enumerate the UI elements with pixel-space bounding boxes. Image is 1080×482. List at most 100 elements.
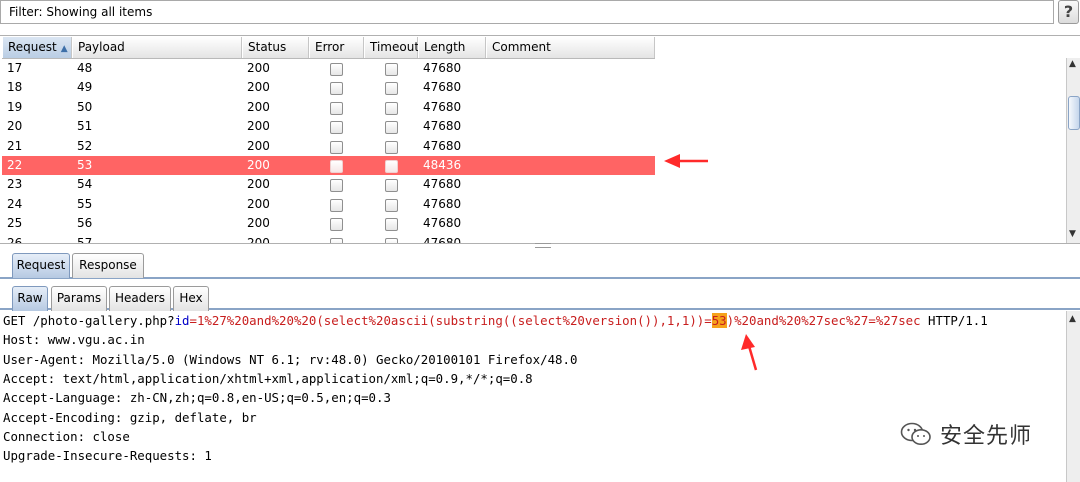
cell-status: 200 [247,177,270,192]
table-row[interactable]: 25 56 200 47680 [2,214,655,233]
cell-timeout [364,156,418,175]
cell-request: 26 [7,235,23,244]
column-header-comment[interactable]: Comment [486,37,655,58]
cell-request: 23 [7,177,23,192]
table-row[interactable]: 21 52 200 47680 [2,137,655,156]
cell-payload: 55 [77,196,93,211]
cell-payload: 52 [77,138,93,153]
column-header-length[interactable]: Length [418,37,486,58]
error-checkbox [330,101,343,115]
timeout-checkbox [384,140,398,154]
raw-request-editor[interactable]: GET /photo-gallery.php?id=1%27%20and%20%… [0,311,1066,482]
timeout-checkbox [384,82,398,96]
cell-length: 47680 [423,216,462,231]
cell-comment [486,59,655,78]
table-row[interactable]: 24 55 200 47680 [2,195,655,214]
cell-error [309,98,364,117]
column-header-timeout[interactable]: Timeout [364,37,419,58]
timeout-checkbox [384,101,398,115]
cell-payload: 51 [77,119,93,134]
cell-timeout [364,98,418,117]
tab-raw[interactable]: Raw [12,286,48,311]
cell-status: 200 [247,138,270,153]
filter-bar[interactable]: Filter: Showing all items [0,0,1054,24]
table-row[interactable]: 20 51 200 47680 [2,117,655,136]
cell-status: 200 [247,216,270,231]
tab-headers[interactable]: Headers [109,286,171,311]
header-line: Accept-Language: zh-CN,zh;q=0.8,en-US;q=… [3,390,391,406]
cell-status: 200 [247,80,270,95]
param-name: id [174,313,190,328]
scrollbar-thumb[interactable] [1068,96,1080,130]
cell-payload: 53 [77,157,93,172]
error-checkbox [330,198,343,212]
column-header-payload[interactable]: Payload [72,37,242,58]
sort-ascending-icon: ▲ [60,44,68,54]
timeout-checkbox [384,237,398,243]
header-line: Upgrade-Insecure-Requests: 1 [3,448,212,464]
table-row[interactable]: 18 49 200 47680 [2,78,655,97]
cell-length: 47680 [423,61,462,75]
payload-highlight: 53 [711,313,727,328]
cell-comment [486,175,655,194]
watermark-text: 安全先师 [940,424,1033,449]
error-checkbox [330,218,343,232]
table-row[interactable]: 19 50 200 47680 [2,98,655,117]
scroll-up-icon[interactable]: ▲ [1069,59,1076,69]
header-line: Connection: close [3,428,130,444]
cell-length: 48436 [423,157,462,172]
cell-status: 200 [247,157,270,172]
tab-response[interactable]: Response [72,253,144,278]
param-value: 1%27%20and%20%20(select%20ascii(substrin… [196,313,712,328]
cell-error [309,78,364,97]
cell-length: 47680 [423,119,462,134]
message-tabs: Request Response [0,249,1080,279]
cell-error [309,117,364,136]
cell-request: 20 [7,119,23,134]
table-row[interactable]: 17 48 200 47680 [2,59,655,78]
splitter-grip[interactable] [535,243,551,248]
table-row[interactable]: 22 53 200 48436 [2,155,655,176]
editor-scrollbar[interactable]: ▲ [1066,311,1080,482]
table-body: 17 48 200 47680 18 49 200 47680 19 50 200 47680 20 51… [2,59,655,244]
header-line: Accept-Encoding: gzip, deflate, br [3,409,257,425]
table-scrollbar[interactable]: ▲ ▼ [1066,58,1080,243]
cell-comment [486,78,655,97]
tab-params[interactable]: Params [51,286,107,311]
cell-request: 22 [7,157,23,172]
results-table: Request ▲ Payload Status Error Timeout Le… [0,35,1080,244]
cell-status: 200 [247,196,270,211]
cell-timeout [364,117,418,136]
cell-comment [486,117,655,136]
column-header-error[interactable]: Error [309,37,364,58]
header-line: Host: www.vgu.ac.in [3,332,145,348]
watermark: 安全先师 [900,418,1032,450]
cell-error [309,137,364,156]
scroll-down-icon[interactable]: ▼ [1069,229,1076,239]
column-header-request[interactable]: Request ▲ [2,37,72,58]
tab-request[interactable]: Request [12,253,70,278]
error-checkbox [330,82,343,96]
table-header: Request ▲ Payload Status Error Timeout Le… [2,37,655,59]
cell-timeout [364,175,418,194]
table-row[interactable]: 26 57 200 47680 [2,234,655,244]
scroll-up-icon[interactable]: ▲ [1069,314,1076,324]
filter-label: Filter: Showing all items [9,5,153,19]
cell-comment [486,195,655,214]
timeout-checkbox [384,63,398,76]
tab-hex[interactable]: Hex [173,286,209,311]
cell-comment [486,214,655,233]
cell-comment [486,137,655,156]
cell-status: 200 [247,61,270,75]
cell-comment [486,234,655,243]
table-row[interactable]: 23 54 200 47680 [2,175,655,194]
cell-error [309,175,364,194]
timeout-checkbox [384,179,398,193]
cell-timeout [364,137,418,156]
cell-length: 47680 [423,235,462,244]
cell-request: 19 [7,99,23,114]
cell-length: 47680 [423,196,462,211]
cell-request: 25 [7,216,23,231]
help-button[interactable]: ? [1058,0,1079,24]
column-header-status[interactable]: Status [242,37,309,58]
